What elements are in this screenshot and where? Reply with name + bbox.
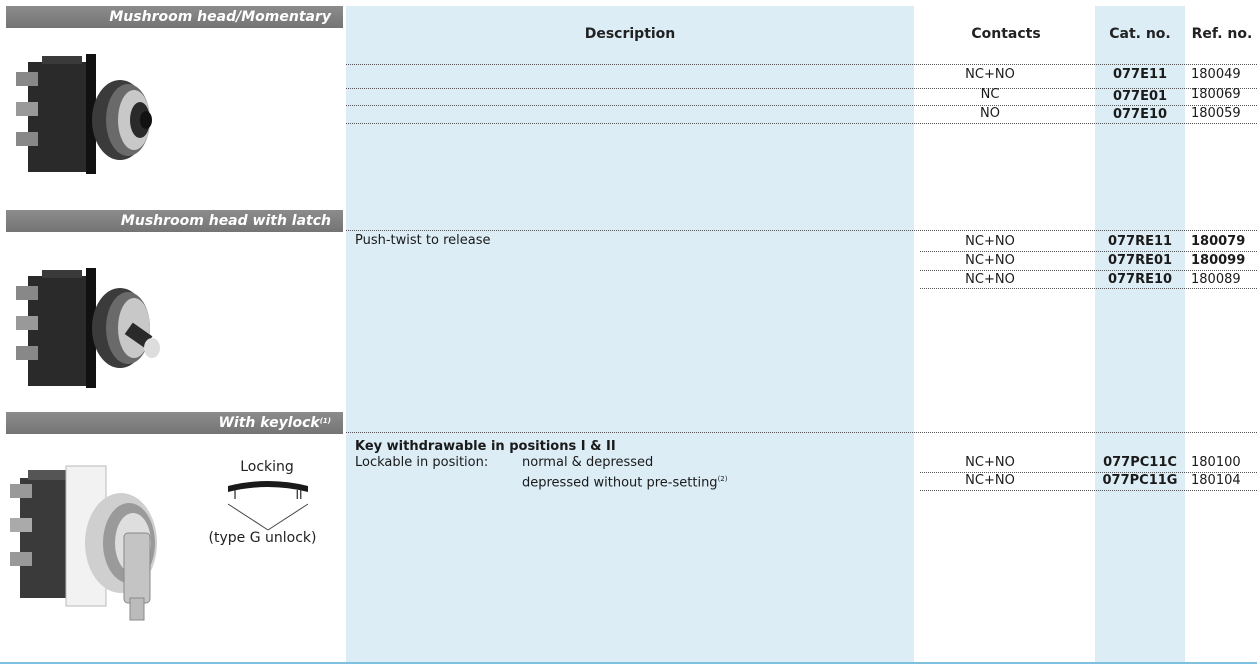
lock-position-left: I xyxy=(233,488,237,502)
header-ref-no: Ref. no. xyxy=(1191,26,1253,42)
contacts-cell: NC xyxy=(980,87,1000,102)
contacts-cell: NC+NO xyxy=(965,272,1015,287)
cat-no-cell: 077RE01 xyxy=(1107,253,1173,268)
section-title-momentary: Mushroom head/Momentary xyxy=(6,6,343,28)
lock-diagram-note: (type G unlock) xyxy=(208,530,317,546)
lock-diagram-label: Locking xyxy=(240,459,294,475)
header-description: Description xyxy=(584,26,676,42)
row-line xyxy=(346,123,1257,124)
cat-no-cell: 077E11 xyxy=(1112,67,1168,82)
row-line xyxy=(346,105,1257,106)
keylock-description-line3: depressed without pre-setting(2) xyxy=(522,471,727,491)
footnote-marker: (2) xyxy=(717,475,728,483)
contacts-cell: NO xyxy=(980,106,1000,121)
ref-no-cell: 180079 xyxy=(1191,234,1246,249)
ref-no-cell: 180099 xyxy=(1191,253,1246,268)
row-line xyxy=(920,251,1257,252)
contacts-cell: NC+NO xyxy=(965,234,1015,249)
cat-no-cell: 077E01 xyxy=(1112,89,1168,104)
keylock-description-line3-text: depressed without pre-setting xyxy=(522,475,718,491)
contacts-cell: NC+NO xyxy=(965,473,1015,488)
keylock-description-line2-label: Lockable in position: xyxy=(355,455,489,470)
keylock-description-line2-value: normal & depressed xyxy=(522,455,654,470)
contacts-cell: NC+NO xyxy=(965,253,1015,268)
footnote-marker: (1) xyxy=(319,417,331,425)
ref-no-cell: 180069 xyxy=(1191,87,1241,102)
row-line xyxy=(346,432,1257,433)
cat-no-cell: 077E10 xyxy=(1112,107,1168,122)
cat-no-cell: 077RE11 xyxy=(1107,234,1173,249)
row-line xyxy=(346,230,1257,231)
row-line xyxy=(920,490,1257,491)
header-contacts: Contacts xyxy=(971,26,1041,42)
contacts-cell: NC+NO xyxy=(965,67,1015,82)
ref-no-cell: 180049 xyxy=(1191,67,1241,82)
keylock-button-image xyxy=(10,465,157,621)
row-line xyxy=(346,64,1257,65)
mushroom-momentary-button-image xyxy=(16,54,152,174)
keylock-description-heading: Key withdrawable in positions I & II xyxy=(355,439,616,454)
ref-no-cell: 180104 xyxy=(1191,473,1241,488)
ref-no-cell: 180100 xyxy=(1191,455,1241,470)
ref-no-cell: 180089 xyxy=(1191,272,1241,287)
ref-no-cell: 180059 xyxy=(1191,106,1241,121)
row-line xyxy=(920,288,1257,289)
lock-position-diagram xyxy=(227,481,309,531)
keylock-title-text: With keylock xyxy=(218,415,320,431)
section-title-keylock: With keylock(1) xyxy=(6,412,343,434)
latch-description: Push-twist to release xyxy=(355,233,491,248)
cat-no-cell: 077PC11C xyxy=(1103,455,1177,470)
cat-no-cell: 077RE10 xyxy=(1107,272,1173,287)
bottom-rule xyxy=(0,662,1257,664)
lock-position-right: II xyxy=(295,488,303,502)
row-line xyxy=(920,270,1257,271)
cat-no-cell: 077PC11G xyxy=(1102,473,1178,488)
contacts-cell: NC+NO xyxy=(965,455,1015,470)
mushroom-latch-button-image xyxy=(16,268,160,388)
header-cat-no: Cat. no. xyxy=(1109,26,1171,42)
section-title-latch: Mushroom head with latch xyxy=(6,210,343,232)
